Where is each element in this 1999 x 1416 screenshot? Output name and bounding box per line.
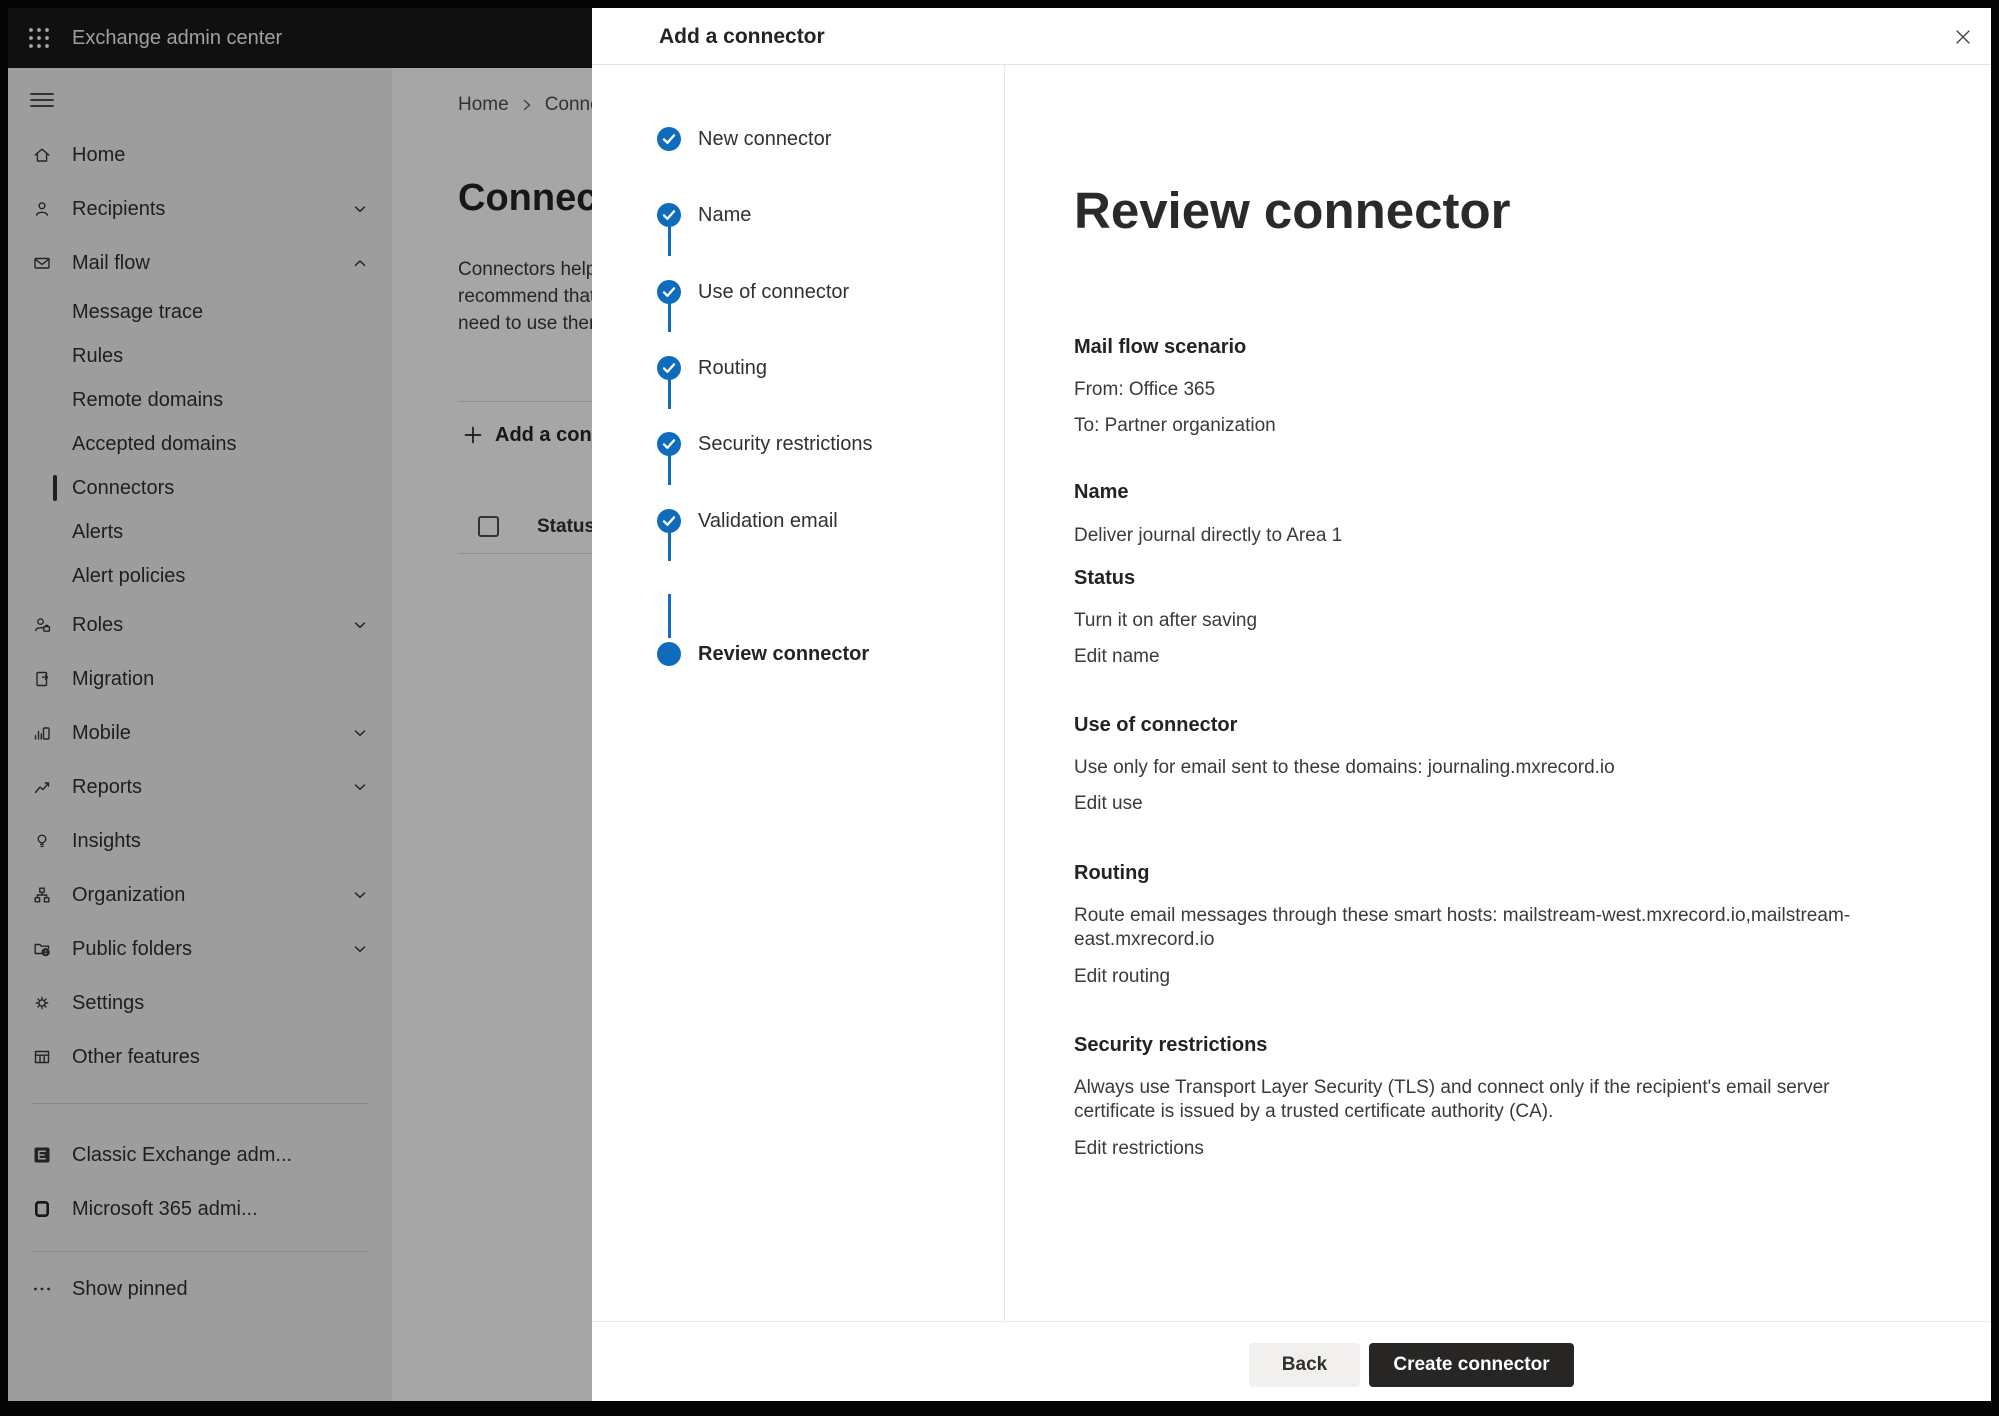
mail-flow-from: From: Office 365 [1074, 378, 1991, 402]
create-connector-button[interactable]: Create connector [1369, 1343, 1574, 1387]
review-heading: Review connector [1074, 180, 1991, 241]
wizard-step-name[interactable]: Name [657, 203, 751, 227]
step-label: New connector [698, 127, 831, 151]
wizard-step-validation-email[interactable]: Validation email [657, 509, 838, 533]
mail-flow-to: To: Partner organization [1074, 414, 1991, 438]
wizard-steps: New connector Name Use of connector Rout… [592, 65, 1005, 1321]
add-connector-panel: Add a connector New connector [592, 8, 1991, 1401]
section-title-mail-flow-scenario: Mail flow scenario [1074, 335, 1991, 359]
panel-title: Add a connector [659, 8, 825, 65]
panel-header: Add a connector [592, 8, 1991, 65]
edit-routing-link[interactable]: Edit routing [1074, 965, 1170, 989]
security-value-line: certificate is issued by a trusted certi… [1074, 1100, 1991, 1124]
edit-restrictions-link[interactable]: Edit restrictions [1074, 1137, 1204, 1161]
security-value-line: Always use Transport Layer Security (TLS… [1074, 1076, 1991, 1100]
step-check-icon [657, 509, 681, 533]
step-label: Use of connector [698, 280, 849, 304]
step-check-icon [657, 280, 681, 304]
wizard-step-review-connector[interactable]: Review connector [657, 642, 869, 666]
step-check-icon [657, 432, 681, 456]
step-current-dot [657, 642, 681, 666]
step-check-icon [657, 127, 681, 151]
section-title-status: Status [1074, 566, 1991, 590]
wizard-step-new-connector[interactable]: New connector [657, 127, 831, 151]
exchange-admin-window: Exchange admin center Home Recipients [8, 8, 1991, 1401]
edit-name-link[interactable]: Edit name [1074, 645, 1160, 669]
routing-value-line: east.mxrecord.io [1074, 928, 1991, 952]
back-button[interactable]: Back [1249, 1343, 1360, 1387]
edit-use-link[interactable]: Edit use [1074, 792, 1143, 816]
panel-footer: Back Create connector [592, 1321, 1991, 1401]
section-title-routing: Routing [1074, 861, 1991, 885]
close-button[interactable] [1951, 25, 1975, 49]
wizard-step-use-of-connector[interactable]: Use of connector [657, 280, 849, 304]
routing-value-line: Route email messages through these smart… [1074, 904, 1991, 928]
wizard-step-routing[interactable]: Routing [657, 356, 767, 380]
step-label: Review connector [698, 642, 869, 666]
step-connector-line [668, 594, 671, 638]
close-icon [1953, 27, 1973, 47]
section-title-name: Name [1074, 480, 1991, 504]
step-label: Validation email [698, 509, 838, 533]
section-title-use-of-connector: Use of connector [1074, 713, 1991, 737]
wizard-step-security-restrictions[interactable]: Security restrictions [657, 432, 873, 456]
step-label: Name [698, 203, 751, 227]
status-value: Turn it on after saving [1074, 609, 1991, 633]
review-content: Review connector Mail flow scenario From… [1006, 65, 1991, 1321]
use-of-connector-value: Use only for email sent to these domains… [1074, 756, 1991, 780]
step-label: Security restrictions [698, 432, 873, 456]
connector-name-value: Deliver journal directly to Area 1 [1074, 524, 1991, 548]
section-title-security-restrictions: Security restrictions [1074, 1033, 1991, 1057]
step-label: Routing [698, 356, 767, 380]
step-check-icon [657, 356, 681, 380]
step-check-icon [657, 203, 681, 227]
screenshot-frame: Exchange admin center Home Recipients [0, 0, 1999, 1416]
